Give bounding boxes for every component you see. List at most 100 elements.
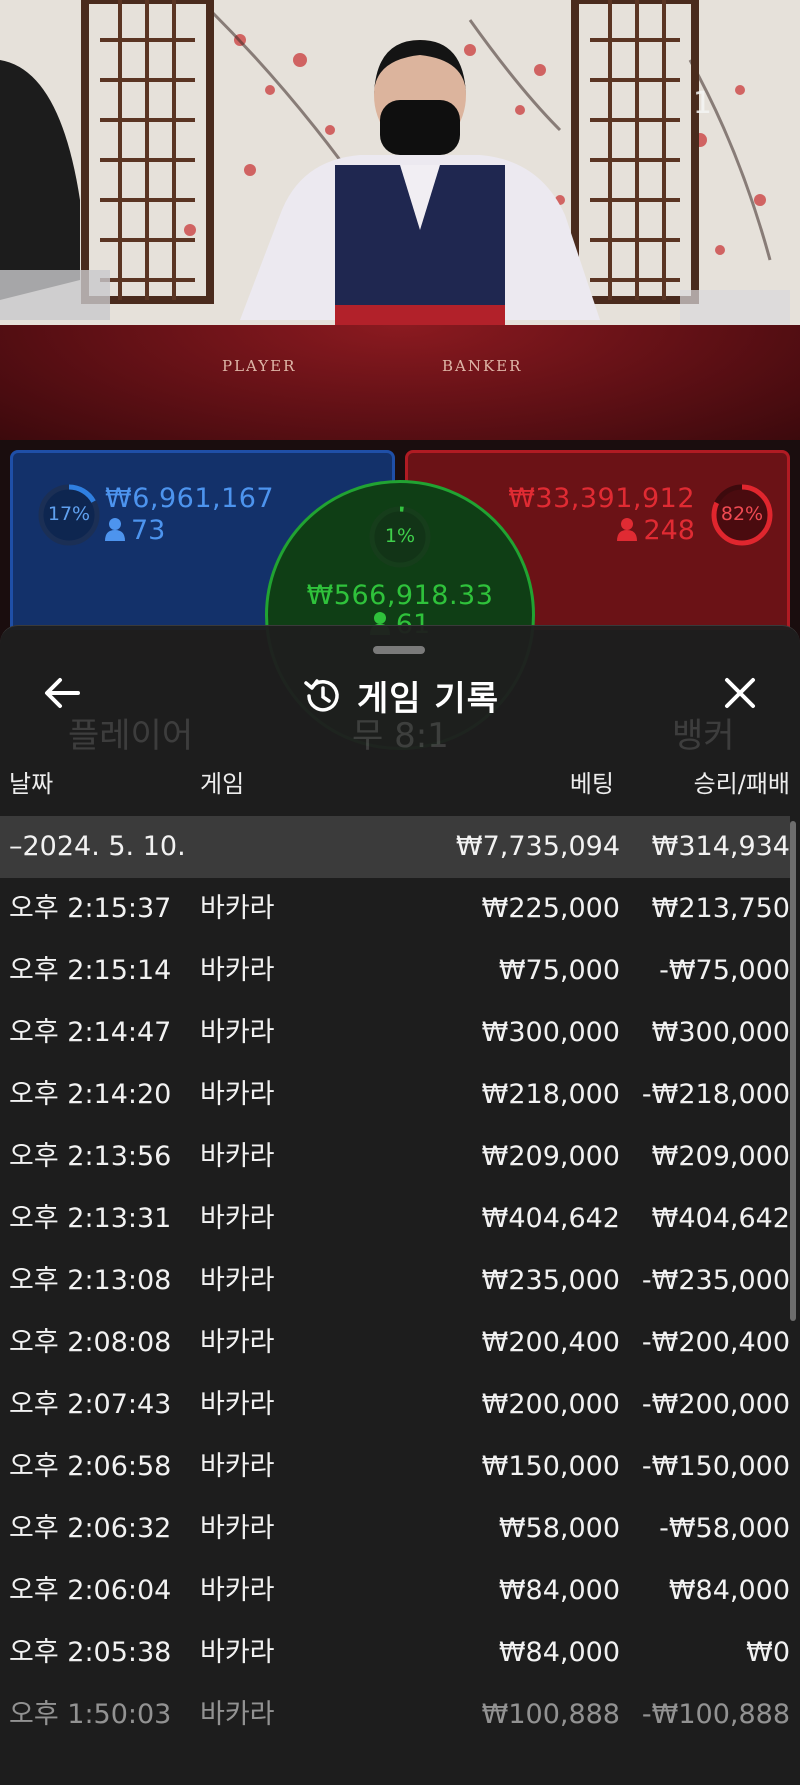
row-result: -₩150,000 — [641, 1451, 790, 1482]
date-summary-row[interactable]: –2024. 5. 10. ₩7,735,094 ₩314,934 — [0, 816, 790, 878]
row-result: -₩100,888 — [641, 1699, 790, 1730]
row-bet: ₩200,400 — [481, 1327, 620, 1358]
row-bet: ₩218,000 — [481, 1079, 620, 1110]
row-bet: ₩404,642 — [481, 1203, 620, 1234]
history-row[interactable]: 오후 2:13:08 바카라 ₩235,000 -₩235,000 — [0, 1250, 790, 1312]
row-bet: ₩200,000 — [481, 1389, 620, 1420]
player-count: 73 — [105, 515, 165, 546]
player-percent: 17% — [47, 503, 91, 525]
player-count-value: 73 — [131, 515, 166, 546]
history-row[interactable]: 오후 2:13:56 바카라 ₩209,000 ₩209,000 — [0, 1126, 790, 1188]
row-time: 오후 1:50:03 — [9, 1699, 172, 1730]
felt-player-label: PLAYER — [222, 357, 297, 375]
player-amount: ₩6,961,167 — [105, 483, 275, 514]
summary-result: ₩314,934 — [651, 831, 790, 862]
row-game: 바카라 — [200, 1637, 275, 1668]
banker-percent: 82% — [720, 503, 764, 525]
row-game: 바카라 — [200, 1575, 275, 1606]
history-row[interactable]: 오후 2:06:58 바카라 ₩150,000 -₩150,000 — [0, 1436, 790, 1498]
row-time: 오후 2:07:43 — [9, 1389, 172, 1420]
row-game: 바카라 — [200, 1017, 275, 1048]
row-result: -₩218,000 — [641, 1079, 790, 1110]
table-number: 1 — [692, 86, 712, 121]
row-game: 바카라 — [200, 893, 275, 924]
history-row[interactable]: 오후 2:06:04 바카라 ₩84,000 ₩84,000 — [0, 1560, 790, 1622]
ghost-text: 플레이어 — [68, 716, 194, 756]
table-felt — [0, 325, 800, 440]
history-row[interactable]: 오후 2:15:14 바카라 ₩75,000 -₩75,000 — [0, 940, 790, 1002]
history-row[interactable]: 오후 2:05:38 바카라 ₩84,000 ₩0 — [0, 1622, 790, 1684]
row-result: ₩213,750 — [651, 893, 790, 924]
live-video-feed: PLAYER BANKER 1 — [0, 0, 800, 440]
row-time: 오후 2:06:58 — [9, 1451, 172, 1482]
history-row[interactable]: 오후 2:15:37 바카라 ₩225,000 ₩213,750 — [0, 878, 790, 940]
row-game: 바카라 — [200, 1141, 275, 1172]
tie-percent: 1% — [384, 525, 416, 547]
history-row[interactable]: 오후 1:50:03 바카라 ₩100,888 -₩100,888 — [0, 1684, 790, 1746]
row-game: 바카라 — [200, 955, 275, 986]
row-game: 바카라 — [200, 1699, 275, 1730]
dealer-scene — [0, 0, 800, 330]
row-game: 바카라 — [200, 1451, 275, 1482]
row-time: 오후 2:13:08 — [9, 1265, 172, 1296]
row-result: -₩58,000 — [659, 1513, 790, 1544]
row-time: 오후 2:05:38 — [9, 1637, 172, 1668]
banker-count-value: 248 — [643, 515, 695, 546]
history-row[interactable]: 오후 2:07:43 바카라 ₩200,000 -₩200,000 — [0, 1374, 790, 1436]
history-row[interactable]: 오후 2:13:31 바카라 ₩404,642 ₩404,642 — [0, 1188, 790, 1250]
row-result: -₩75,000 — [659, 955, 790, 986]
drag-handle[interactable] — [373, 646, 425, 654]
history-icon — [304, 678, 339, 712]
row-bet: ₩235,000 — [481, 1265, 620, 1296]
row-game: 바카라 — [200, 1079, 275, 1110]
row-time: 오후 2:06:04 — [9, 1575, 172, 1606]
banker-amount: ₩33,391,912 — [508, 483, 695, 514]
banker-count: 248 — [617, 515, 695, 546]
row-result: ₩300,000 — [651, 1017, 790, 1048]
row-bet: ₩84,000 — [498, 1575, 620, 1606]
row-result: -₩200,000 — [641, 1389, 790, 1420]
row-result: ₩404,642 — [651, 1203, 790, 1234]
row-result: -₩200,400 — [641, 1327, 790, 1358]
tie-amount: ₩566,918.33 — [306, 580, 494, 611]
history-row[interactable]: 오후 2:14:47 바카라 ₩300,000 ₩300,000 — [0, 1002, 790, 1064]
row-bet: ₩209,000 — [481, 1141, 620, 1172]
ghost-text: 뱅커 — [672, 716, 735, 756]
row-time: 오후 2:14:47 — [9, 1017, 172, 1048]
column-bet: 베팅 — [569, 770, 614, 798]
row-bet: ₩100,888 — [481, 1699, 620, 1730]
row-game: 바카라 — [200, 1265, 275, 1296]
game-history-sheet: 게임 기록 플레이어 무 8:1 뱅커 날짜 게임 베팅 승리/패배 –2024… — [0, 625, 800, 1785]
row-game: 바카라 — [200, 1513, 275, 1544]
row-result: ₩84,000 — [668, 1575, 790, 1606]
row-result: ₩209,000 — [651, 1141, 790, 1172]
row-result: -₩235,000 — [641, 1265, 790, 1296]
scrollbar[interactable] — [790, 821, 796, 1321]
summary-date: –2024. 5. 10. — [9, 831, 186, 862]
row-time: 오후 2:13:56 — [9, 1141, 172, 1172]
row-bet: ₩300,000 — [481, 1017, 620, 1048]
row-time: 오후 2:15:37 — [9, 893, 172, 924]
row-time: 오후 2:06:32 — [9, 1513, 172, 1544]
row-bet: ₩84,000 — [498, 1637, 620, 1668]
history-row[interactable]: 오후 2:06:32 바카라 ₩58,000 -₩58,000 — [0, 1498, 790, 1560]
person-icon — [105, 518, 125, 541]
summary-bet: ₩7,735,094 — [455, 831, 620, 862]
row-result: ₩0 — [746, 1637, 790, 1668]
row-bet: ₩225,000 — [481, 893, 620, 924]
column-date: 날짜 — [9, 770, 54, 798]
column-result: 승리/패배 — [693, 770, 790, 798]
felt-banker-label: BANKER — [442, 357, 523, 375]
row-time: 오후 2:08:08 — [9, 1327, 172, 1358]
row-time: 오후 2:13:31 — [9, 1203, 172, 1234]
row-bet: ₩75,000 — [498, 955, 620, 986]
history-row[interactable]: 오후 2:14:20 바카라 ₩218,000 -₩218,000 — [0, 1064, 790, 1126]
row-time: 오후 2:14:20 — [9, 1079, 172, 1110]
person-icon — [617, 518, 638, 541]
row-game: 바카라 — [200, 1389, 275, 1420]
row-bet: ₩150,000 — [481, 1451, 620, 1482]
ghost-text: 무 8:1 — [352, 716, 449, 756]
history-row[interactable]: 오후 2:08:08 바카라 ₩200,400 -₩200,400 — [0, 1312, 790, 1374]
column-game: 게임 — [200, 770, 245, 798]
row-game: 바카라 — [200, 1327, 275, 1358]
